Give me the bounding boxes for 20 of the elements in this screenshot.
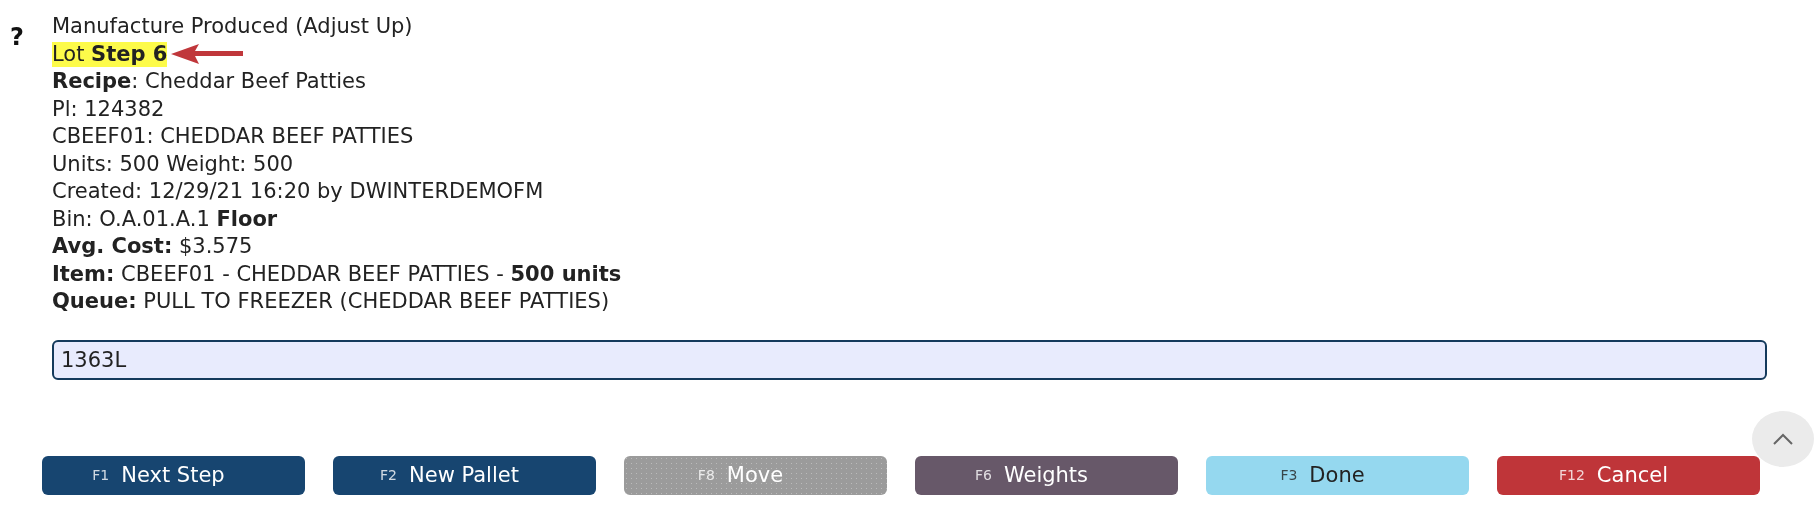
help-icon[interactable]: ? [10,25,52,380]
info-text: Avg. Cost: $3.575 [52,234,253,260]
info-text: Pl: 124382 [52,96,165,122]
highlighted-text: Lot Step 6 [52,41,168,67]
info-text: CBEEF01: CHEDDAR BEEF PATTIES [52,124,414,150]
function-key-button[interactable]: F1 Next Step [42,455,305,495]
info-text: Queue: PULL TO FREEZER (CHEDDAR BEEF PATTIES) [52,289,610,315]
arrow-icon [169,43,246,66]
info-text: Manufacture Produced (Adjust Up) [52,14,413,40]
caret-up-icon [1772,432,1794,446]
info-text: Bin: O.A.01.A.1 Floor [52,206,278,232]
function-key-button[interactable]: F3 Done [1206,455,1469,495]
function-key-button[interactable]: F6 Weights [915,455,1178,495]
input-field[interactable]: 1363L [52,339,1767,380]
function-key-button[interactable]: F2 New Pallet [333,455,596,495]
info-text: Item: CBEEF01 - CHEDDAR BEEF PATTIES - 500 units [52,261,622,287]
info-text: Created: 12/29/21 16:20 by DWINTERDEMOFM [52,179,544,205]
info-text: Recipe: Cheddar Beef Patties [52,69,366,95]
function-key-button[interactable]: F12 Cancel [1497,455,1760,495]
info-text: Units: 500 Weight: 500 [52,151,294,177]
